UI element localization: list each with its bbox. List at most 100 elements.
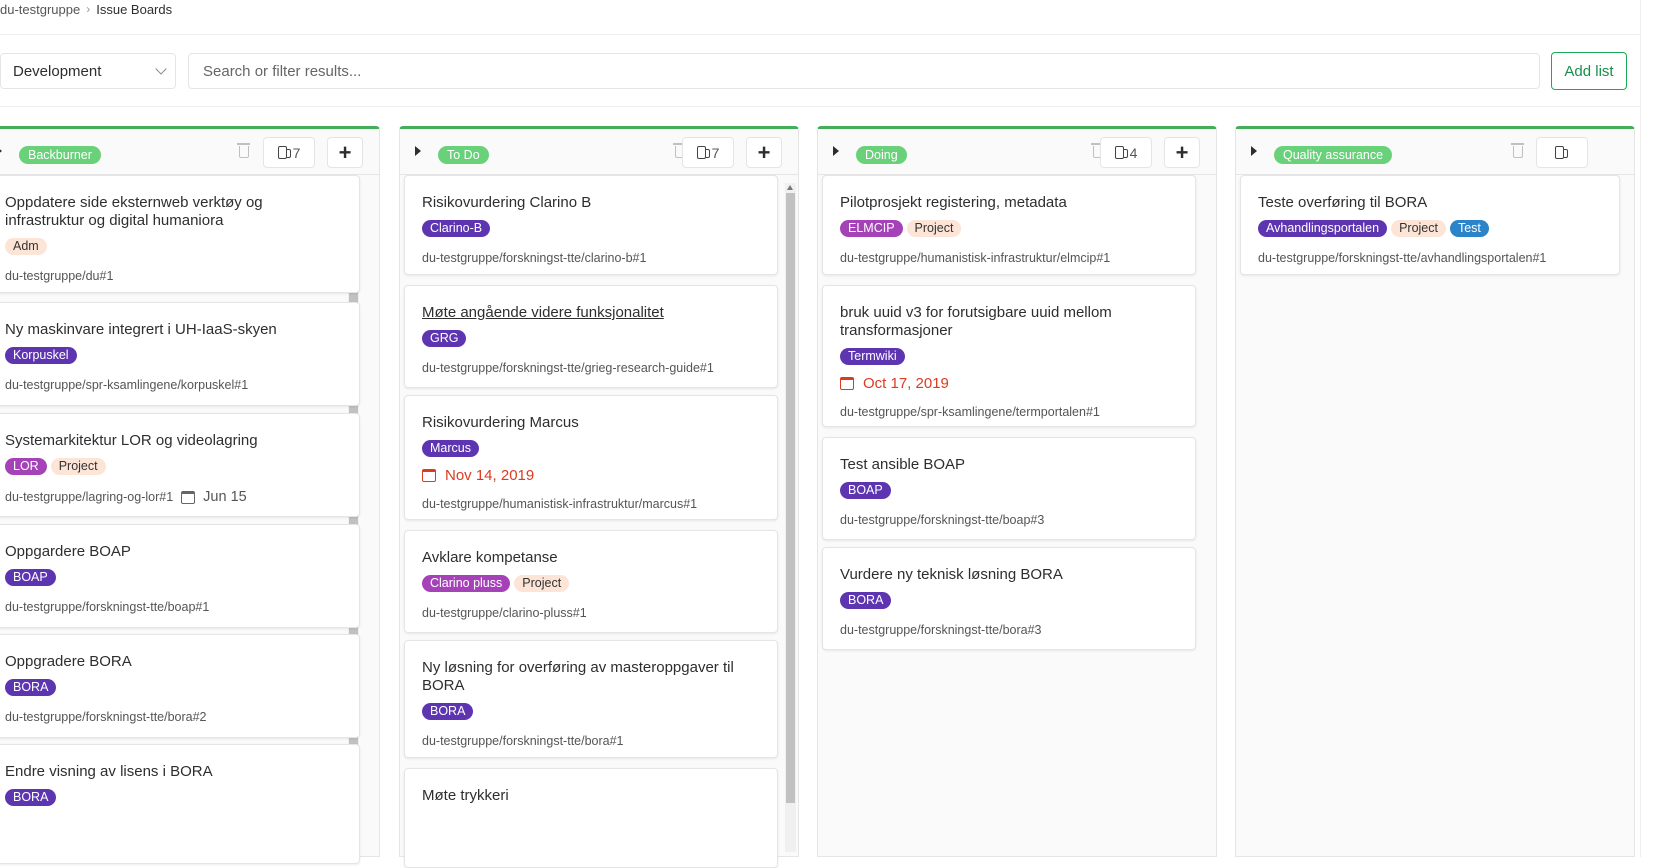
issue-title[interactable]: Risikovurdering Marcus	[422, 414, 761, 432]
issue-reference-value[interactable]: du-testgruppe/lagring-og-lor#1	[5, 490, 173, 504]
issue-title[interactable]: Oppdatere side eksternweb verktøy og inf…	[5, 194, 343, 230]
issue-reference-value[interactable]: du-testgruppe/forskningst-tte/bora#1	[422, 734, 624, 748]
board-list-label[interactable]: To Do	[438, 146, 489, 164]
issue-reference: du-testgruppe/forskningst-tte/bora#3	[840, 623, 1179, 637]
collapse-caret-icon[interactable]	[1251, 146, 1257, 156]
trash-icon[interactable]	[237, 143, 250, 158]
issue-card[interactable]: Oppdatere side eksternweb verktøy og inf…	[0, 175, 360, 293]
issue-reference-value[interactable]: du-testgruppe/forskningst-tte/grieg-rese…	[422, 361, 714, 375]
issue-card[interactable]: Ny maskinvare integrert i UH-IaaS-skyen K…	[0, 302, 360, 406]
issue-label[interactable]: Test	[1449, 220, 1489, 237]
add-issue-button[interactable]: +	[327, 137, 363, 168]
issue-labels: ELMCIP Project	[840, 220, 1179, 238]
trash-icon[interactable]	[1511, 143, 1524, 158]
issue-title[interactable]: Møte trykkeri	[422, 787, 761, 805]
issue-label[interactable]: BOAP	[5, 569, 56, 586]
due-date: Oct 17, 2019	[840, 375, 1179, 392]
issue-reference-value[interactable]: du-testgruppe/humanistisk-infrastruktur/…	[422, 497, 697, 511]
issue-reference-value[interactable]: du-testgruppe/forskningst-tte/clarino-b#…	[422, 251, 646, 265]
issue-reference-value[interactable]: du-testgruppe/du#1	[5, 269, 113, 283]
breadcrumb-group-link[interactable]: du-testgruppe	[0, 2, 80, 17]
issue-title[interactable]: Teste overføring til BORA	[1258, 194, 1603, 212]
issue-card[interactable]: Teste overføring til BORA Avhandlingsport…	[1240, 175, 1620, 275]
collapse-caret-icon[interactable]	[833, 146, 839, 156]
issue-label[interactable]: Termwiki	[840, 348, 905, 365]
breadcrumb-current-page[interactable]: Issue Boards	[96, 2, 172, 17]
issue-reference-value[interactable]: du-testgruppe/forskningst-tte/avhandling…	[1258, 251, 1546, 265]
issue-title[interactable]: Ny maskinvare integrert i UH-IaaS-skyen	[5, 321, 343, 339]
issue-title[interactable]: Endre visning av lisens i BORA	[5, 763, 343, 781]
issue-card[interactable]: Systemarkitektur LOR og videolagring LOR P…	[0, 413, 360, 517]
issue-label[interactable]: ELMCIP	[840, 220, 903, 237]
issue-reference-value[interactable]: du-testgruppe/clarino-pluss#1	[422, 606, 587, 620]
issue-title[interactable]: Risikovurdering Clarino B	[422, 194, 761, 212]
add-list-button[interactable]: Add list	[1551, 52, 1627, 90]
issue-label[interactable]: Project	[1391, 220, 1446, 237]
issue-card[interactable]: Oppgradere BORA BORA du-testgruppe/forskni…	[0, 634, 360, 738]
add-issue-button[interactable]: +	[1164, 137, 1200, 168]
issue-card[interactable]: Pilotprosjekt registering, metadata ELMCI…	[822, 175, 1196, 275]
issue-label[interactable]: Avhandlingsportalen	[1258, 220, 1388, 237]
issues-icon	[696, 146, 710, 159]
issue-card[interactable]: Vurdere ny teknisk løsning BORA BORA du-te…	[822, 547, 1196, 650]
search-input[interactable]	[188, 53, 1540, 89]
issue-reference-value[interactable]: du-testgruppe/spr-ksamlingene/korpuskel#…	[5, 378, 248, 392]
collapse-caret-icon[interactable]	[415, 146, 421, 156]
issue-title[interactable]: Systemarkitektur LOR og videolagring	[5, 432, 343, 450]
issue-label[interactable]: BORA	[5, 679, 57, 696]
issue-reference-value[interactable]: du-testgruppe/forskningst-tte/bora#3	[840, 623, 1042, 637]
issue-reference-value[interactable]: du-testgruppe/forskningst-tte/bora#2	[5, 710, 207, 724]
issue-label[interactable]: Marcus	[422, 440, 479, 457]
board-list-label[interactable]: Quality assurance	[1274, 146, 1393, 164]
issue-card[interactable]: Risikovurdering Clarino B Clarino-B du-tes…	[404, 175, 778, 275]
list-scrollbar[interactable]	[785, 183, 796, 852]
issue-title[interactable]: Møte angående videre funksjonalitet	[422, 304, 761, 322]
scroll-up-arrow-icon[interactable]	[787, 185, 793, 190]
issue-card[interactable]: Endre visning av lisens i BORA BORA	[0, 744, 360, 864]
issue-label[interactable]: BOAP	[840, 482, 891, 499]
issue-count: 4	[1100, 137, 1152, 168]
issue-title[interactable]: Oppgardere BOAP	[5, 543, 343, 561]
issue-label[interactable]: Clarino pluss	[422, 575, 511, 592]
issue-card[interactable]: Oppgardere BOAP BOAP du-testgruppe/forskni…	[0, 524, 360, 628]
scrollbar-thumb[interactable]	[786, 193, 795, 803]
issue-card[interactable]: Risikovurdering Marcus Marcus Nov 14, 2019…	[404, 395, 778, 520]
issue-label[interactable]: BORA	[422, 703, 474, 720]
issue-card[interactable]: bruk uuid v3 for forutsigbare uuid mello…	[822, 285, 1196, 427]
issue-label[interactable]: Korpuskel	[5, 347, 77, 364]
issue-title[interactable]: Oppgradere BORA	[5, 653, 343, 671]
issue-reference-value[interactable]: du-testgruppe/forskningst-tte/boap#3	[840, 513, 1044, 527]
issue-card[interactable]: Ny løsning for overføring av masteroppga…	[404, 640, 778, 758]
add-issue-button[interactable]: +	[746, 137, 782, 168]
issue-title[interactable]: bruk uuid v3 for forutsigbare uuid mello…	[840, 304, 1179, 340]
issue-card[interactable]: Avklare kompetanse Clarino pluss Project du…	[404, 530, 778, 633]
issue-label[interactable]: LOR	[5, 458, 47, 475]
issue-label[interactable]: Project	[50, 458, 106, 475]
issue-title[interactable]: Ny løsning for overføring av masteroppga…	[422, 659, 761, 695]
issue-label[interactable]: Clarino-B	[422, 220, 491, 237]
issue-label[interactable]: Project	[906, 220, 962, 237]
issue-title[interactable]: Pilotprosjekt registering, metadata	[840, 194, 1179, 212]
issue-title[interactable]: Test ansible BOAP	[840, 456, 1179, 474]
board-list-label[interactable]: Backburner	[19, 146, 101, 164]
issue-card[interactable]: Test ansible BOAP BOAP du-testgruppe/forsk…	[822, 437, 1196, 540]
issue-reference-value[interactable]: du-testgruppe/humanistisk-infrastruktur/…	[840, 251, 1110, 265]
board-list-label[interactable]: Doing	[856, 146, 907, 164]
page-scrollbar[interactable]	[1640, 0, 1653, 857]
issue-label[interactable]: Adm	[5, 238, 47, 255]
issue-label[interactable]: Project	[514, 575, 570, 592]
issue-reference-value[interactable]: du-testgruppe/forskningst-tte/boap#1	[5, 600, 209, 614]
issue-title[interactable]: Avklare kompetanse	[422, 549, 761, 567]
issue-reference: du-testgruppe/du#1	[5, 269, 343, 283]
collapse-caret-icon[interactable]	[0, 146, 2, 156]
board-list-header: Quality assurance	[1236, 129, 1634, 175]
issue-title[interactable]: Vurdere ny teknisk løsning BORA	[840, 566, 1179, 584]
issue-label[interactable]: BORA	[5, 789, 57, 806]
issue-label[interactable]: BORA	[840, 592, 892, 609]
issue-reference-value[interactable]: du-testgruppe/spr-ksamlingene/termportal…	[840, 405, 1100, 419]
issue-card[interactable]: Møte trykkeri	[404, 768, 778, 868]
issue-card[interactable]: Møte angående videre funksjonalitet GRG du…	[404, 285, 778, 388]
issue-labels: BOAP	[840, 482, 1179, 500]
issue-label[interactable]: GRG	[422, 330, 467, 347]
board-switcher-dropdown[interactable]: Development	[0, 53, 176, 89]
